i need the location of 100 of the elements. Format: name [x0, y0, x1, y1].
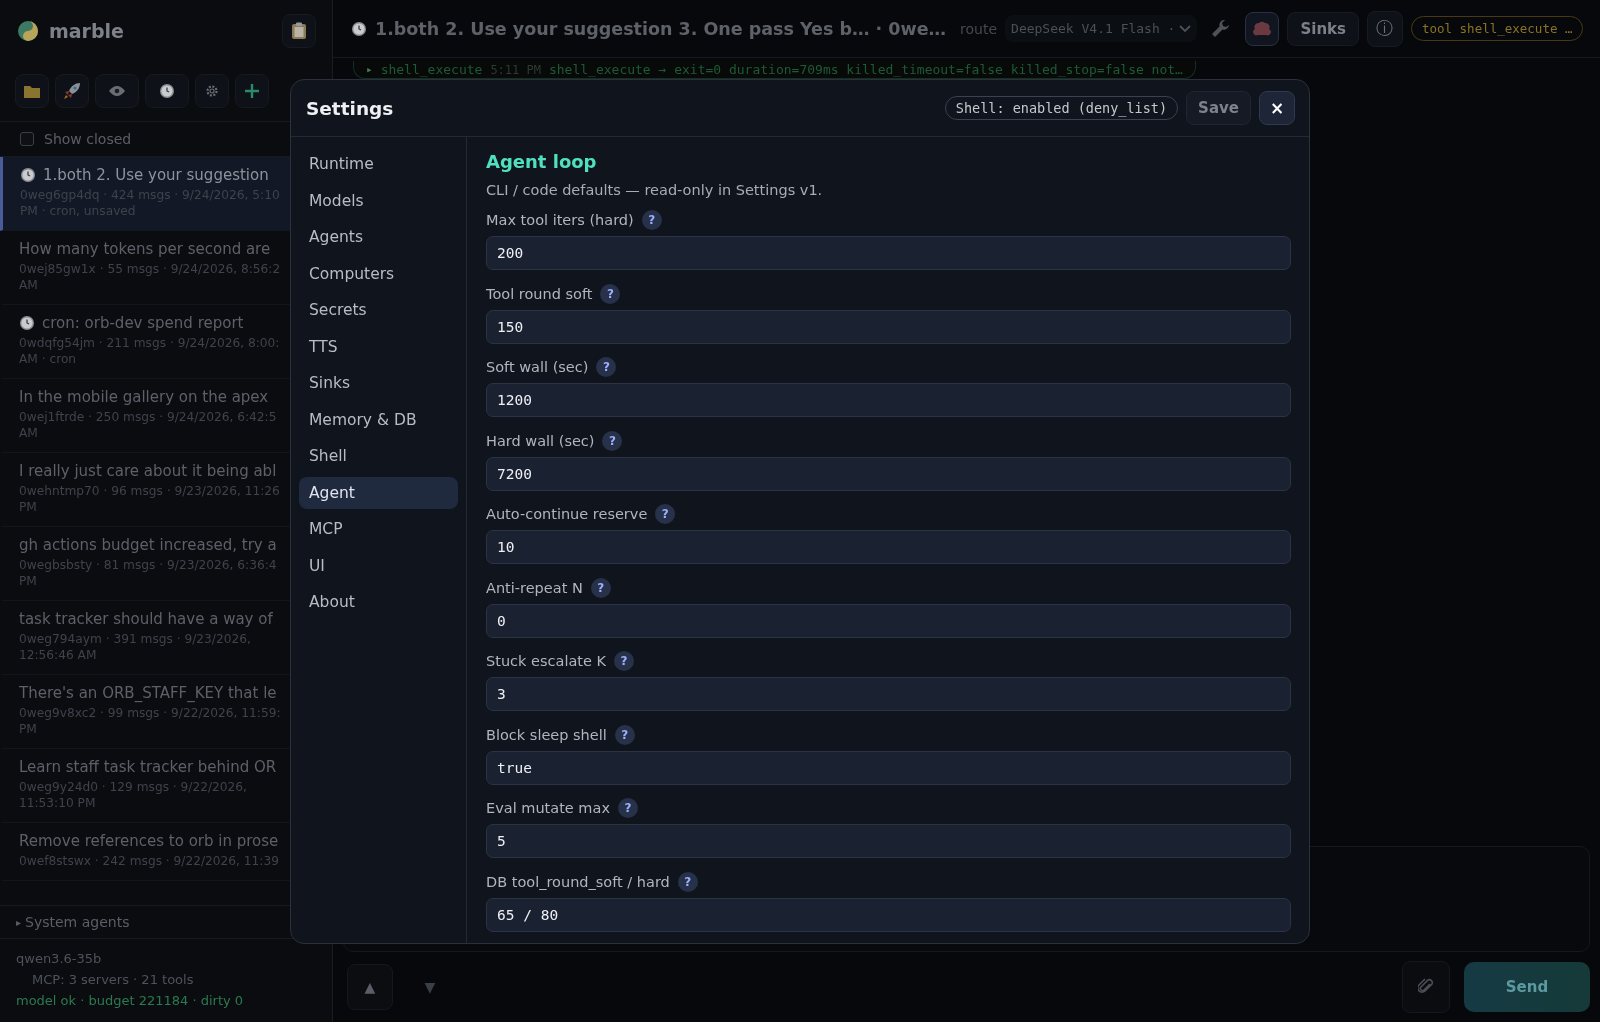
help-button[interactable]: ? — [600, 283, 621, 304]
input-field[interactable]: 65 / 80 — [486, 897, 1291, 932]
conversation-meta: 12:56:46 AM — [19, 647, 98, 663]
input-field[interactable]: 5 — [486, 824, 1291, 858]
conversation-title: Remove references to orb in prose — [19, 832, 279, 850]
logo-icon — [17, 20, 39, 42]
eye-button[interactable] — [95, 74, 139, 108]
help-button[interactable]: ? — [617, 798, 638, 818]
field-label: Auto-continue reserve — [486, 506, 648, 522]
settings-nav-item[interactable]: UI — [299, 549, 458, 582]
conversation-meta: 0wej85gw1x · 55 msgs · 9/24/2026, 8:56:2 — [19, 261, 282, 277]
help-button[interactable]: ? — [614, 724, 635, 745]
clipboard-button[interactable] — [282, 14, 316, 48]
field-label: Anti-repeat N — [486, 579, 583, 596]
input-field[interactable]: 10 — [486, 530, 1291, 564]
field-label: Stuck escalate K — [486, 653, 607, 669]
input-field[interactable]: true — [486, 750, 1291, 785]
settings-nav-item[interactable]: MCP — [299, 513, 458, 546]
settings-icon — [205, 84, 219, 98]
clock-icon — [351, 20, 367, 37]
conversation-meta: 11:53:10 PM — [19, 795, 97, 811]
conversation-meta: 0wej1ftrde · 250 msgs · 9/24/2026, 6:42:5 — [19, 409, 278, 425]
help-button[interactable]: ? — [641, 210, 662, 230]
wrench-icon[interactable] — [1211, 18, 1232, 39]
input-field[interactable]: 3 — [486, 677, 1291, 711]
clock-button[interactable] — [145, 74, 189, 108]
settings-nav-item[interactable]: Computers — [299, 257, 458, 290]
conversation-title: In the mobile gallery on the apex — [19, 388, 269, 406]
status-line: model ok · budget 221184 · dirty 0 — [16, 993, 245, 1008]
conversation-meta: PM — [19, 721, 38, 737]
field-label: Tool round soft — [486, 285, 593, 302]
settings-nav-item[interactable]: Shell — [299, 440, 458, 473]
conversation-meta: 0weg794aym · 391 msgs · 9/23/2026, — [19, 631, 252, 647]
help-button[interactable]: ? — [677, 871, 698, 892]
field-label: DB tool_round_soft / hard — [486, 873, 670, 890]
clock-icon — [159, 83, 175, 99]
paperclip-icon — [1418, 978, 1434, 996]
settings-nav-item[interactable]: Agent — [299, 476, 458, 509]
info-button[interactable]: ⓘ — [1366, 10, 1403, 47]
settings-nav-item[interactable]: About — [299, 586, 458, 619]
help-button[interactable]: ? — [614, 651, 635, 671]
brain-button[interactable] — [1245, 11, 1280, 46]
eye-icon — [109, 86, 125, 96]
clipboard-icon — [291, 22, 307, 40]
settings-nav-item[interactable]: Models — [299, 184, 458, 217]
conversation-meta: 0wegbsbsty · 81 msgs · 9/23/2026, 6:36:4 — [19, 557, 278, 573]
conversation-meta: 0weg9y24d0 · 129 msgs · 9/22/2026, — [19, 779, 248, 795]
route-label: route — [960, 20, 998, 37]
tool-name: shell_execute — [380, 62, 483, 77]
help-button[interactable]: ? — [655, 504, 676, 524]
log-text: shell_execute → exit=0 duration=709ms killed_timeout=false killed_stop=false not… — [548, 62, 1183, 77]
expand-marker[interactable]: ▸ — [366, 63, 373, 76]
settings-nav-item[interactable]: TTS — [299, 330, 458, 363]
conversation-title: There's an ORB_STAFF_KEY that le — [19, 684, 277, 702]
rocket-button[interactable] — [55, 74, 89, 108]
field-label: Max tool iters (hard) — [486, 212, 634, 228]
field-label: Soft wall (sec) — [486, 359, 589, 375]
input-field[interactable]: 0 — [486, 603, 1291, 638]
field-label: Block sleep shell — [486, 726, 607, 743]
attach-button[interactable] — [1402, 961, 1450, 1013]
settings-nav-item[interactable]: Secrets — [299, 294, 458, 327]
section-heading: Agent loop — [486, 151, 598, 172]
model-name: qwen3.6-35b — [16, 951, 103, 966]
settings-nav-item[interactable]: Sinks — [299, 367, 458, 400]
conversation-meta: 0weg9v8xc2 · 99 msgs · 9/22/2026, 11:59: — [19, 705, 282, 721]
save-button[interactable]: Save — [1186, 91, 1251, 125]
input-field[interactable]: 200 — [486, 236, 1291, 270]
conversation-title: gh actions budget increased, try a — [19, 536, 277, 554]
input-field[interactable]: 150 — [486, 309, 1291, 344]
conversation-meta: PM — [19, 573, 38, 589]
settings-button[interactable] — [195, 74, 229, 108]
checkbox-label: Show closed — [44, 131, 132, 147]
input-field[interactable]: 7200 — [486, 456, 1291, 491]
add-button[interactable] — [235, 74, 269, 108]
conversation-title: Learn staff task tracker behind OR — [19, 758, 277, 776]
conversation-meta: 0wef8stswx · 242 msgs · 9/22/2026, 11:39 — [19, 853, 280, 869]
mcp-status: MCP: 3 servers · 21 tools — [31, 972, 195, 987]
show-closed-checkbox[interactable] — [20, 132, 34, 146]
section-description: CLI / code defaults — read-only in Settings v1. — [486, 182, 824, 198]
rocket-icon — [63, 82, 81, 100]
help-button[interactable]: ? — [596, 357, 617, 377]
help-button[interactable]: ? — [602, 430, 623, 451]
plus-icon — [245, 84, 259, 98]
folder-button[interactable] — [15, 74, 49, 108]
conversation-title: cron: orb-dev spend report — [42, 314, 244, 332]
sinks-button[interactable]: Sinks — [1287, 11, 1359, 46]
settings-nav-item[interactable]: Runtime — [299, 148, 458, 181]
dialog-title: Settings — [306, 97, 395, 119]
close-button[interactable]: × — [1259, 91, 1295, 125]
help-button[interactable]: ? — [590, 577, 611, 598]
folder-icon — [24, 84, 40, 98]
settings-nav-item[interactable]: Agents — [299, 221, 458, 254]
conversation-title: 1.both 2. Use your suggestion 3. One pass Yes b… · 0we… — [375, 18, 947, 39]
conversation-title: I really just care about it being abl — [19, 462, 277, 480]
conversation-title: task tracker should have a way of — [19, 610, 273, 628]
input-field[interactable]: 1200 — [486, 383, 1291, 417]
conversation-meta: 0wdqfg54jm · 211 msgs · 9/24/2026, 8:00: — [19, 335, 281, 351]
settings-nav-item[interactable]: Memory & DB — [299, 403, 458, 436]
chevron-icon — [1179, 24, 1192, 33]
send-button[interactable]: Send — [1464, 962, 1590, 1012]
